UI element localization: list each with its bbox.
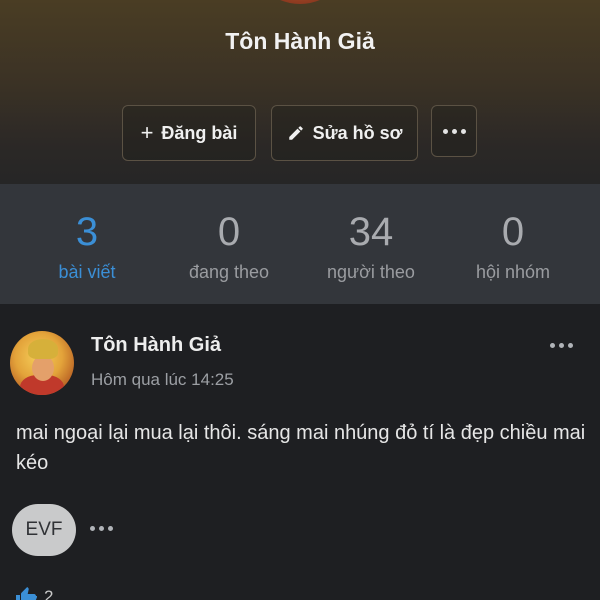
pencil-icon [287, 124, 305, 142]
post-author-avatar[interactable] [10, 331, 74, 395]
stat-followers-value: 34 [348, 210, 394, 254]
stat-following[interactable]: 0 đang theo [154, 208, 304, 283]
stat-followers[interactable]: 34 người theo [296, 208, 446, 283]
plus-icon: + [140, 120, 154, 145]
profile-avatar[interactable] [248, 0, 352, 4]
avatar-hat [28, 339, 58, 359]
post-content: mai ngoại lại mua lại thôi. sáng mai nhú… [16, 422, 586, 474]
stat-followers-label: người theo [327, 262, 415, 282]
profile-more-button[interactable] [431, 105, 477, 157]
stat-posts-value: 3 [75, 210, 99, 254]
more-dots-icon [442, 128, 466, 134]
stat-posts-label: bài viết [58, 262, 116, 282]
post-card: Tôn Hành Giả Hôm qua lúc 14:25 mai ngoại… [0, 314, 600, 600]
post-timestamp[interactable]: Hôm qua lúc 14:25 [91, 370, 234, 390]
stat-groups-label: hội nhóm [475, 262, 551, 282]
stat-following-value: 0 [217, 210, 241, 254]
post-author-name[interactable]: Tôn Hành Giả [91, 334, 221, 357]
tag-more-icon[interactable] [90, 526, 113, 531]
thumbs-up-icon [14, 585, 38, 600]
create-post-button[interactable]: + Đăng bài [122, 105, 256, 161]
stat-following-label: đang theo [188, 262, 270, 282]
post-more-icon[interactable] [550, 343, 573, 348]
profile-header: Tôn Hành Giả + Đăng bài Sửa hồ sơ [0, 0, 600, 184]
stat-groups[interactable]: 0 hội nhóm [438, 208, 588, 283]
profile-stats: 3 bài viết 0 đang theo 34 người theo 0 h… [0, 184, 600, 304]
like-count: 2 [44, 587, 54, 600]
edit-profile-label: Sửa hồ sơ [312, 122, 403, 143]
tagged-stock-avatar[interactable]: EVF [12, 504, 76, 556]
profile-name: Tôn Hành Giả [225, 28, 375, 54]
stat-groups-value: 0 [501, 210, 525, 254]
create-post-label: Đăng bài [161, 122, 238, 143]
edit-profile-button[interactable]: Sửa hồ sơ [271, 105, 418, 161]
like-row[interactable]: 2 [14, 585, 53, 600]
stat-posts[interactable]: 3 bài viết [12, 208, 162, 283]
